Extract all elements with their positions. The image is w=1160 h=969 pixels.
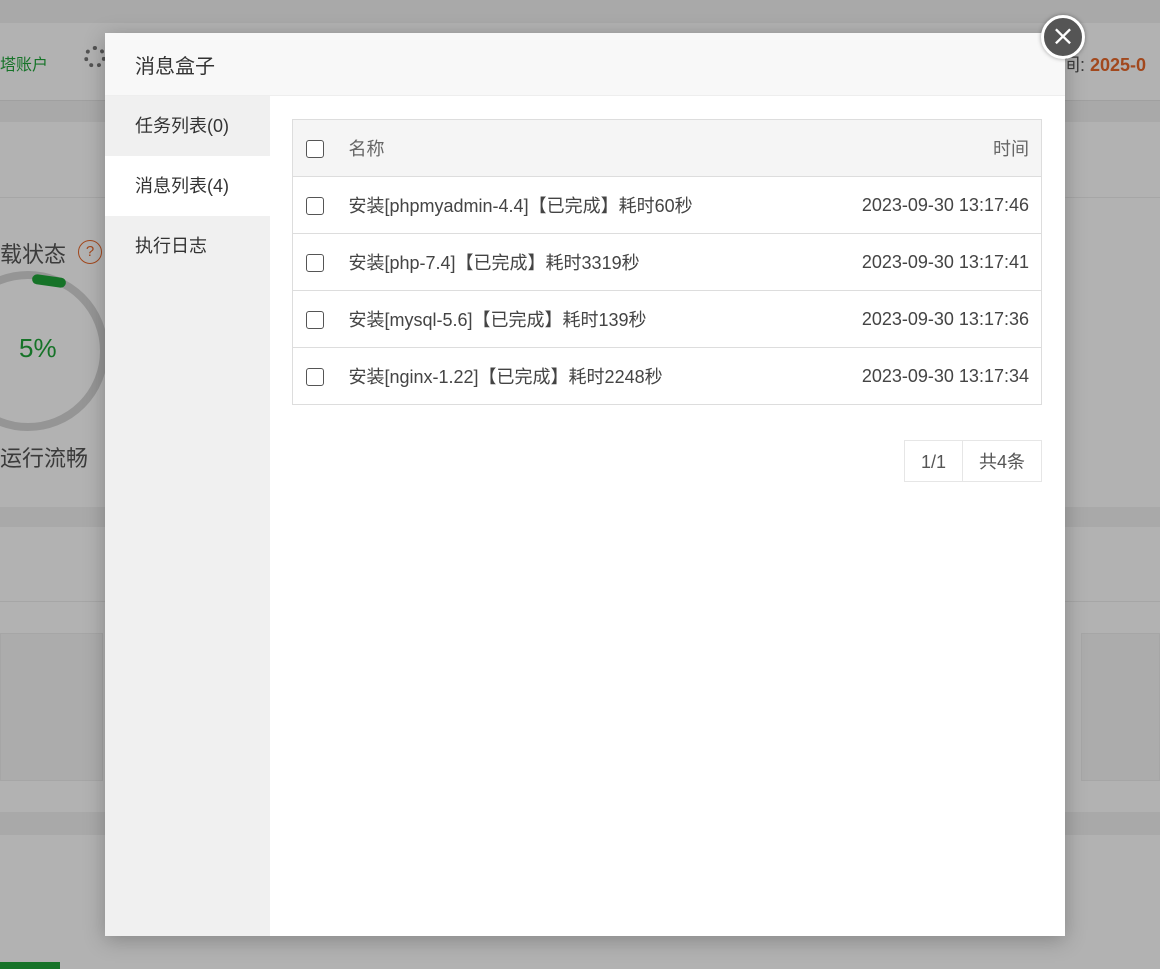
column-header-time: 时间: [805, 119, 1042, 177]
tab-task-list[interactable]: 任务列表(0): [105, 96, 270, 156]
row-checkbox[interactable]: [305, 367, 324, 386]
row-checkbox[interactable]: [305, 310, 324, 329]
total-count: 共4条: [962, 440, 1042, 482]
table-row: 安装[mysql-5.6]【已完成】耗时139秒 2023-09-30 13:1…: [292, 290, 1042, 348]
message-name: 安装[mysql-5.6]【已完成】耗时139秒: [336, 290, 806, 348]
message-time: 2023-09-30 13:17:41: [805, 233, 1042, 291]
tab-message-list[interactable]: 消息列表(4): [105, 156, 270, 216]
table-row: 安装[nginx-1.22]【已完成】耗时2248秒 2023-09-30 13…: [292, 347, 1042, 405]
column-header-name: 名称: [336, 119, 806, 177]
select-all-checkbox[interactable]: [305, 139, 324, 158]
table-header-row: 名称 时间: [292, 119, 1042, 177]
page-indicator: 1/1: [903, 440, 963, 482]
message-time: 2023-09-30 13:17:36: [805, 290, 1042, 348]
message-table: 名称 时间 安装[phpmyadmin-4.4]【已完成】耗时60秒 2023-…: [292, 119, 1042, 405]
table-row: 安装[php-7.4]【已完成】耗时3319秒 2023-09-30 13:17…: [292, 233, 1042, 291]
dialog-title: 消息盒子: [135, 55, 215, 78]
message-time: 2023-09-30 13:17:46: [805, 176, 1042, 234]
message-name: 安装[phpmyadmin-4.4]【已完成】耗时60秒: [336, 176, 806, 234]
message-time: 2023-09-30 13:17:34: [805, 347, 1042, 405]
row-checkbox[interactable]: [305, 253, 324, 272]
row-checkbox[interactable]: [305, 196, 324, 215]
message-name: 安装[php-7.4]【已完成】耗时3319秒: [336, 233, 806, 291]
table-row: 安装[phpmyadmin-4.4]【已完成】耗时60秒 2023-09-30 …: [292, 176, 1042, 234]
close-icon[interactable]: ×: [1041, 15, 1085, 59]
dialog-sidebar: 任务列表(0) 消息列表(4) 执行日志: [105, 96, 270, 936]
pagination: 1/1 共4条: [292, 440, 1042, 482]
tab-execution-log[interactable]: 执行日志: [105, 216, 270, 276]
message-list-content: 名称 时间 安装[phpmyadmin-4.4]【已完成】耗时60秒 2023-…: [270, 96, 1065, 936]
message-box-dialog: 消息盒子 任务列表(0) 消息列表(4) 执行日志 名称 时间 安装[phpmy…: [105, 33, 1065, 936]
dialog-body: 任务列表(0) 消息列表(4) 执行日志 名称 时间 安装[phpmyadmin…: [105, 96, 1065, 936]
message-name: 安装[nginx-1.22]【已完成】耗时2248秒: [336, 347, 806, 405]
dialog-header: 消息盒子: [105, 33, 1065, 96]
